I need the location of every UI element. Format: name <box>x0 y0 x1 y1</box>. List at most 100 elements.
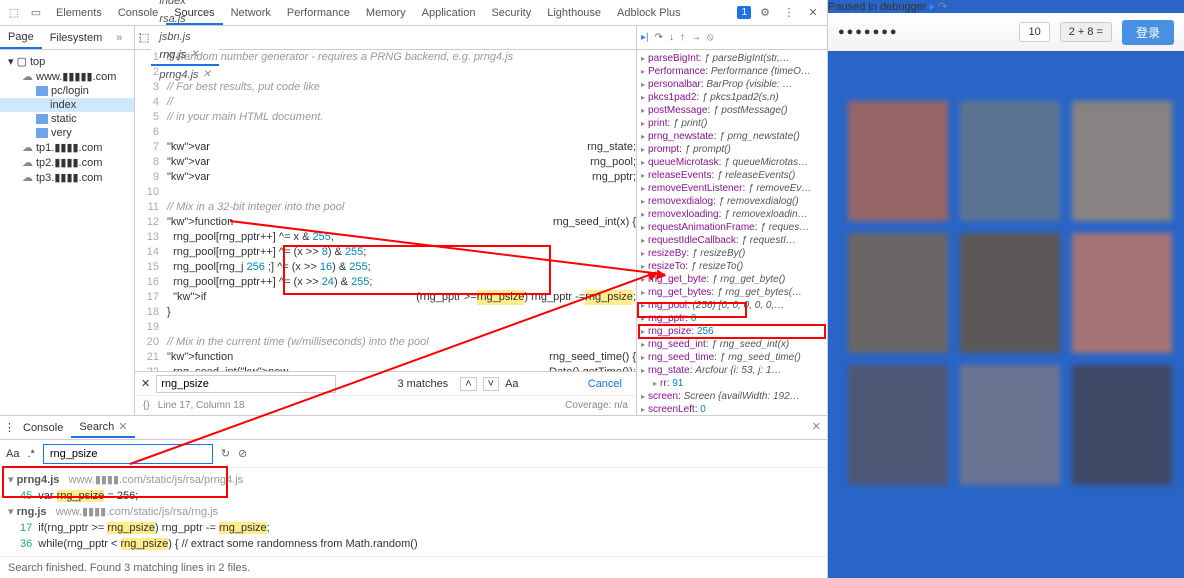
search-case[interactable]: Aa <box>6 448 19 460</box>
tab-security[interactable]: Security <box>483 3 539 23</box>
result-file[interactable]: rng.js www.▮▮▮▮.com/static/js/rsa/rng.js <box>8 504 819 520</box>
find-prev-icon[interactable]: ˄ <box>460 377 476 391</box>
thumbnail[interactable] <box>848 101 948 221</box>
tree-item[interactable]: www.▮▮▮▮▮.com <box>0 69 134 84</box>
thumbnail[interactable] <box>1072 101 1172 221</box>
scope-var[interactable]: removeEventListener: ƒ removeEv… <box>639 182 825 195</box>
thumbnail[interactable] <box>848 233 948 353</box>
scope-var[interactable]: rng_seed_time: ƒ rng_seed_time() <box>639 351 825 364</box>
subtab-page[interactable]: Page <box>0 27 42 49</box>
file-tab[interactable]: jsbn.js <box>151 28 219 46</box>
tab-network[interactable]: Network <box>223 3 279 23</box>
drawer-tab-console[interactable]: Console <box>15 419 71 437</box>
scope-var[interactable]: rr: 91 <box>639 377 825 390</box>
scope-panel[interactable]: parseBigInt: ƒ parseBigInt(str,…Performa… <box>637 50 827 415</box>
close-icon[interactable]: ✕ <box>803 3 823 23</box>
result-file[interactable]: prng4.js www.▮▮▮▮.com/static/js/rsa/prng… <box>8 472 819 488</box>
find-input[interactable] <box>156 375 336 393</box>
resume-page-icon[interactable]: ▸ <box>930 1 936 13</box>
file-tab[interactable]: rsa.js <box>151 10 219 28</box>
scope-var[interactable]: print: ƒ print() <box>639 117 825 130</box>
subtab-filesystem[interactable]: Filesystem <box>42 28 111 48</box>
deactivate-icon[interactable]: ⦸ <box>707 32 714 43</box>
step-page-icon[interactable]: ↷ <box>938 1 947 13</box>
scope-var[interactable]: rng_pptr: 0 <box>639 312 825 325</box>
result-match[interactable]: 45var rng_psize = 256; <box>8 488 819 504</box>
scope-var[interactable]: rng_pool: (256) [0, 0, 0, 0, 0,… <box>639 299 825 312</box>
thumbnail[interactable] <box>960 365 1060 485</box>
scope-var[interactable]: Performance: Performance {timeO… <box>639 65 825 78</box>
thumbnail[interactable] <box>960 101 1060 221</box>
tab-memory[interactable]: Memory <box>358 3 414 23</box>
scope-var[interactable]: removexdialog: ƒ removexdialog() <box>639 195 825 208</box>
tab-application[interactable]: Application <box>414 3 484 23</box>
find-next-icon[interactable]: ˅ <box>483 377 499 391</box>
tree-item[interactable]: tp2.▮▮▮▮.com <box>0 155 134 170</box>
tree-item[interactable]: ▾ ▢top <box>0 54 134 69</box>
thumbnail[interactable] <box>1072 365 1172 485</box>
scope-var[interactable]: screen: Screen {availWidth: 192… <box>639 390 825 403</box>
inspect-icon[interactable]: ⬚ <box>4 3 24 23</box>
thumbnail[interactable] <box>960 233 1060 353</box>
tab-adblock-plus[interactable]: Adblock Plus <box>609 3 689 23</box>
clear-icon[interactable]: ⊘ <box>238 447 247 460</box>
result-match[interactable]: 17if(rng_pptr >= rng_psize) rng_pptr -= … <box>8 520 819 536</box>
tab-close-icon[interactable]: ✕ <box>118 421 127 433</box>
tab-lighthouse[interactable]: Lighthouse <box>539 3 609 23</box>
scope-var[interactable]: postMessage: ƒ postMessage() <box>639 104 825 117</box>
tab-elements[interactable]: Elements <box>48 3 110 23</box>
menu-icon[interactable]: ⋮ <box>779 3 799 23</box>
tab-performance[interactable]: Performance <box>279 3 358 23</box>
code-editor[interactable]: 1// Random number generator - requires a… <box>135 50 636 371</box>
scope-var[interactable]: screenLeft: 0 <box>639 403 825 415</box>
find-cancel[interactable]: Cancel <box>580 378 630 390</box>
tree-item[interactable]: static <box>0 112 134 126</box>
device-icon[interactable]: ▭ <box>26 3 46 23</box>
login-button[interactable]: 登录 <box>1122 20 1174 45</box>
overflow-icon[interactable]: » <box>110 32 128 44</box>
scope-var[interactable]: pkcs1pad2: ƒ pkcs1pad2(s,n) <box>639 91 825 104</box>
scope-var[interactable]: prng_newstate: ƒ prng_newstate() <box>639 130 825 143</box>
scope-var[interactable]: rng_get_bytes: ƒ rng_get_bytes(… <box>639 286 825 299</box>
brace-icon[interactable]: {} <box>143 400 150 411</box>
scope-var[interactable]: removexloading: ƒ removexloadin… <box>639 208 825 221</box>
stepout-icon[interactable]: ↑ <box>680 32 685 43</box>
search-regex[interactable]: .* <box>27 448 34 460</box>
stepinto-icon[interactable]: ↓ <box>669 32 674 43</box>
error-badge[interactable]: 1 <box>737 6 751 19</box>
scope-var[interactable]: rng_state: Arcfour {i: 53, j: 1… <box>639 364 825 377</box>
refresh-icon[interactable]: ↻ <box>221 447 230 460</box>
scope-var[interactable]: rng_seed_int: ƒ rng_seed_int(x) <box>639 338 825 351</box>
tree-item[interactable]: index <box>0 98 134 112</box>
scope-var[interactable]: requestAnimationFrame: ƒ reques… <box>639 221 825 234</box>
tree-item[interactable]: very <box>0 126 134 140</box>
drawer-tab-search[interactable]: Search✕ <box>71 417 135 438</box>
scope-var[interactable]: requestIdleCallback: ƒ requestI… <box>639 234 825 247</box>
tree-item[interactable]: tp3.▮▮▮▮.com <box>0 170 134 185</box>
scope-var[interactable]: prompt: ƒ prompt() <box>639 143 825 156</box>
drawer-close-icon[interactable]: ✕ <box>812 420 821 433</box>
scope-var[interactable]: resizeBy: ƒ resizeBy() <box>639 247 825 260</box>
step-icon[interactable]: → <box>691 32 701 43</box>
tree-item[interactable]: tp1.▮▮▮▮.com <box>0 140 134 155</box>
find-case[interactable]: Aa <box>505 378 518 390</box>
find-close-icon[interactable]: ✕ <box>141 377 150 390</box>
scope-var[interactable]: rng_get_byte: ƒ rng_get_byte() <box>639 273 825 286</box>
scope-var[interactable]: parseBigInt: ƒ parseBigInt(str,… <box>639 52 825 65</box>
drawer-menu-icon[interactable]: ⋮ <box>4 421 15 434</box>
resume-icon[interactable]: ▸| <box>641 32 649 43</box>
tree-item[interactable]: pc/login <box>0 84 134 98</box>
thumbnail[interactable] <box>1072 233 1172 353</box>
stepover-icon[interactable]: ↷ <box>655 32 663 43</box>
scope-var[interactable]: rng_psize: 256 <box>639 325 825 338</box>
scope-var[interactable]: queueMicrotask: ƒ queueMicrotas… <box>639 156 825 169</box>
search-input[interactable] <box>43 444 213 464</box>
thumbnail[interactable] <box>848 365 948 485</box>
nav-icon[interactable]: ⬚ <box>139 31 149 44</box>
file-tab[interactable]: index <box>151 0 219 10</box>
result-match[interactable]: 36while(rng_pptr < rng_psize) { // extra… <box>8 536 819 552</box>
scope-var[interactable]: releaseEvents: ƒ releaseEvents() <box>639 169 825 182</box>
gear-icon[interactable]: ⚙ <box>755 3 775 23</box>
captcha-value[interactable]: 10 <box>1019 22 1049 42</box>
scope-var[interactable]: personalbar: BarProp {visible: … <box>639 78 825 91</box>
